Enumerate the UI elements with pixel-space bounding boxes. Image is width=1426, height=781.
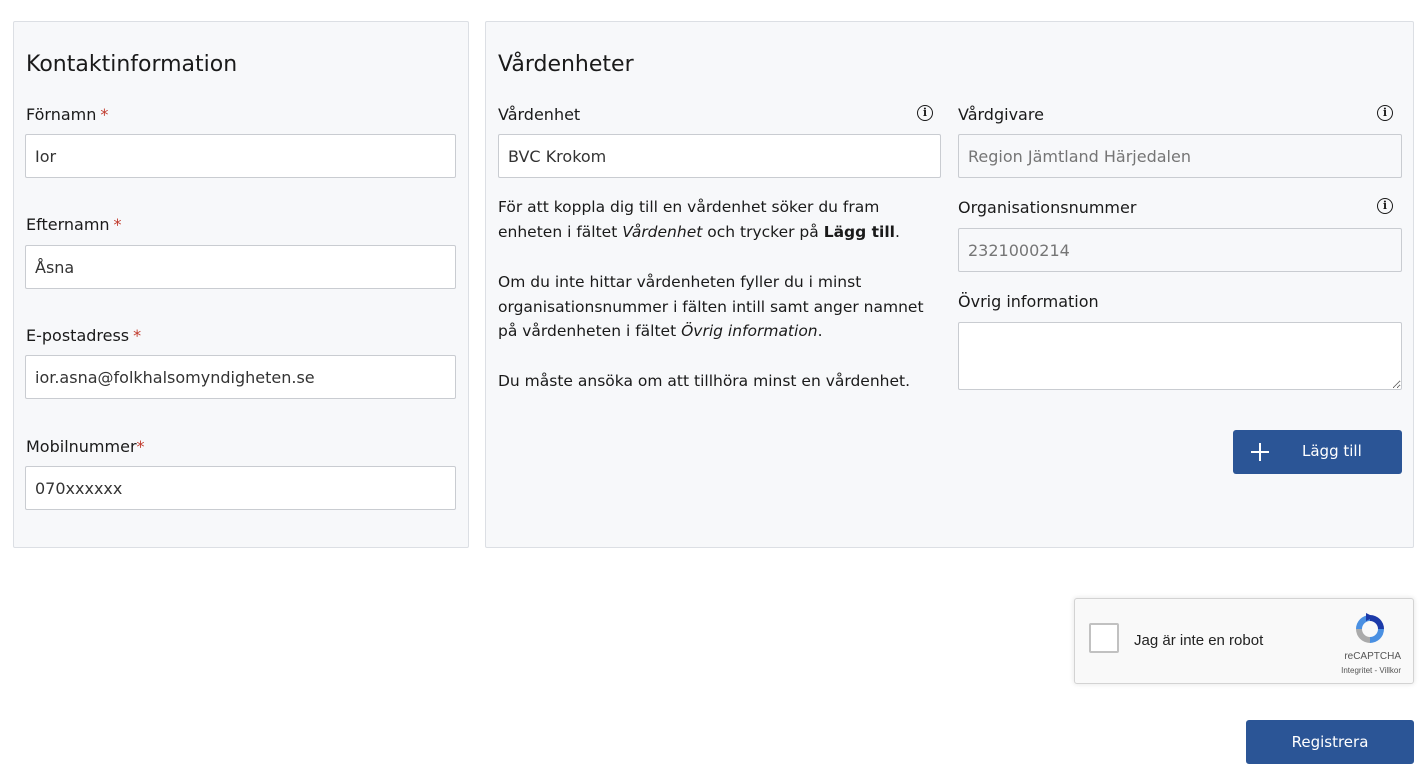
help-paragraph-not-found: Om du inte hittar vårdenheten fyller du …: [498, 273, 924, 340]
other-info-textarea[interactable]: [958, 322, 1402, 390]
recaptcha-widget: Jag är inte en robot reCAPTCHA Integrite…: [1074, 598, 1414, 684]
info-icon[interactable]: i: [917, 105, 933, 121]
required-mark: *: [100, 105, 109, 124]
recaptcha-logo-icon: [1356, 613, 1384, 643]
care-unit-label: Vårdenhet: [498, 105, 581, 124]
first-name-input[interactable]: [25, 134, 456, 178]
org-number-input[interactable]: [958, 228, 1402, 272]
help-paragraph-connect: För att koppla dig till en vårdenhet sök…: [498, 198, 900, 241]
contact-panel: Kontaktinformation Förnamn* Efternamn* E…: [13, 21, 469, 548]
recaptcha-privacy-link[interactable]: Integritet: [1341, 666, 1372, 675]
plus-icon: [1250, 442, 1270, 462]
last-name-input[interactable]: [25, 245, 456, 289]
care-provider-label: Vårdgivare: [958, 105, 1044, 124]
care-units-panel: Vårdenheter Vårdenhet i För att koppla d…: [485, 21, 1414, 548]
required-mark: *: [113, 215, 122, 234]
care-provider-input[interactable]: [958, 134, 1402, 178]
recaptcha-checkbox[interactable]: [1089, 623, 1119, 653]
last-name-label: Efternamn *: [26, 215, 122, 234]
first-name-label: Förnamn *: [26, 105, 109, 124]
info-icon[interactable]: i: [1377, 198, 1393, 214]
contact-panel-title: Kontaktinformation: [26, 52, 238, 77]
help-paragraph-requirement: Du måste ansöka om att tillhöra minst en…: [498, 372, 911, 390]
add-care-unit-button-label: Lägg till: [1302, 442, 1362, 460]
recaptcha-terms-link[interactable]: Villkor: [1379, 666, 1401, 675]
info-icon[interactable]: i: [1377, 105, 1393, 121]
care-unit-search-input[interactable]: [498, 134, 941, 178]
recaptcha-label: Jag är inte en robot: [1134, 632, 1264, 649]
mobile-input[interactable]: [25, 466, 456, 510]
mobile-label: Mobilnummer*: [26, 437, 145, 456]
org-number-label: Organisationsnummer: [958, 198, 1137, 217]
required-mark: *: [133, 326, 142, 345]
care-units-panel-title: Vårdenheter: [498, 52, 634, 77]
required-mark: *: [136, 437, 145, 456]
email-input[interactable]: [25, 355, 456, 399]
email-label: E-postadress *: [26, 326, 142, 345]
add-care-unit-button[interactable]: Lägg till: [1233, 430, 1402, 474]
other-info-label: Övrig information: [958, 292, 1099, 311]
recaptcha-links: Integritet - Villkor: [1341, 666, 1401, 675]
recaptcha-brand: reCAPTCHA: [1344, 651, 1401, 662]
register-button[interactable]: Registrera: [1246, 720, 1414, 764]
